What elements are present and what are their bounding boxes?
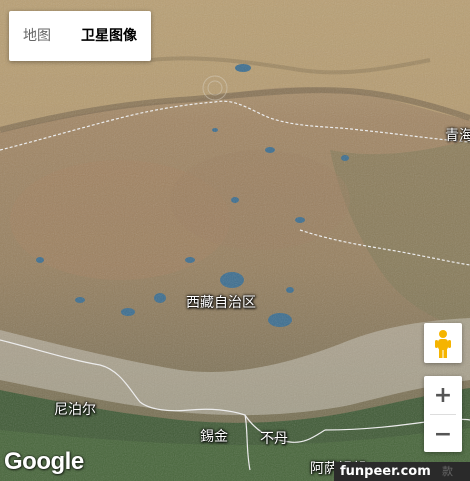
label-tibet[interactable]: 西藏自治区 [186, 292, 256, 312]
satellite-view-button[interactable]: 卫星图像 [65, 11, 151, 61]
map-type-control: 地图 卫星图像 [9, 11, 151, 61]
satellite-map[interactable]: 地图 卫星图像 青海 西藏自治区 尼泊尔 錫金 不丹 阿萨姆邦 + − Goog… [0, 0, 470, 481]
street-view-pegman-button[interactable] [424, 323, 462, 363]
label-nepal[interactable]: 尼泊尔 [54, 399, 96, 419]
plus-icon: + [433, 382, 453, 408]
terms-link[interactable]: 款 [442, 462, 453, 481]
google-logo[interactable]: Google [4, 448, 84, 476]
minus-icon: − [433, 421, 453, 447]
label-bhutan[interactable]: 不丹 [260, 428, 288, 448]
zoom-in-button[interactable]: + [424, 376, 462, 414]
label-qinghai[interactable]: 青海 [445, 125, 470, 145]
label-sikkim[interactable]: 錫金 [200, 426, 228, 446]
zoom-out-button[interactable]: − [424, 415, 462, 453]
map-view-button[interactable]: 地图 [9, 11, 65, 61]
pegman-icon [435, 330, 451, 358]
zoom-control: + − [424, 376, 462, 452]
